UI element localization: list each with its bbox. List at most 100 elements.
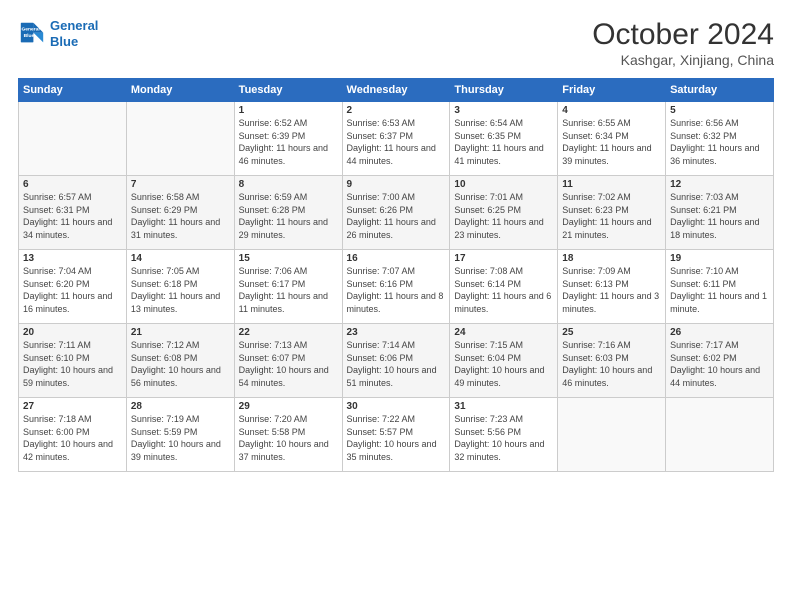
calendar-cell: 1Sunrise: 6:52 AM Sunset: 6:39 PM Daylig… (234, 102, 342, 176)
location: Kashgar, Xinjiang, China (592, 52, 774, 68)
day-detail: Sunrise: 7:23 AM Sunset: 5:56 PM Dayligh… (454, 413, 553, 463)
day-detail: Sunrise: 7:14 AM Sunset: 6:06 PM Dayligh… (347, 339, 446, 389)
day-number: 9 (347, 179, 446, 190)
calendar-cell: 25Sunrise: 7:16 AM Sunset: 6:03 PM Dayli… (558, 324, 666, 398)
logo-text: General Blue (50, 18, 98, 49)
day-number: 28 (131, 401, 230, 412)
calendar-cell (19, 102, 127, 176)
logo-general: General (50, 18, 98, 33)
day-detail: Sunrise: 7:15 AM Sunset: 6:04 PM Dayligh… (454, 339, 553, 389)
weekday-header: Friday (558, 79, 666, 102)
calendar-cell: 30Sunrise: 7:22 AM Sunset: 5:57 PM Dayli… (342, 398, 450, 472)
day-number: 19 (670, 253, 769, 264)
header: General Blue General Blue October 2024 K… (18, 18, 774, 68)
day-detail: Sunrise: 6:53 AM Sunset: 6:37 PM Dayligh… (347, 117, 446, 167)
calendar-cell: 20Sunrise: 7:11 AM Sunset: 6:10 PM Dayli… (19, 324, 127, 398)
day-number: 11 (562, 179, 661, 190)
day-detail: Sunrise: 7:09 AM Sunset: 6:13 PM Dayligh… (562, 265, 661, 315)
weekday-header: Tuesday (234, 79, 342, 102)
calendar-cell: 12Sunrise: 7:03 AM Sunset: 6:21 PM Dayli… (666, 176, 774, 250)
calendar-cell (558, 398, 666, 472)
day-detail: Sunrise: 7:19 AM Sunset: 5:59 PM Dayligh… (131, 413, 230, 463)
calendar-cell: 22Sunrise: 7:13 AM Sunset: 6:07 PM Dayli… (234, 324, 342, 398)
calendar-cell: 5Sunrise: 6:56 AM Sunset: 6:32 PM Daylig… (666, 102, 774, 176)
logo-icon: General Blue (18, 20, 46, 48)
day-number: 15 (239, 253, 338, 264)
day-detail: Sunrise: 7:01 AM Sunset: 6:25 PM Dayligh… (454, 191, 553, 241)
weekday-header: Monday (126, 79, 234, 102)
calendar-cell: 6Sunrise: 6:57 AM Sunset: 6:31 PM Daylig… (19, 176, 127, 250)
calendar-week-row: 13Sunrise: 7:04 AM Sunset: 6:20 PM Dayli… (19, 250, 774, 324)
calendar-cell: 19Sunrise: 7:10 AM Sunset: 6:11 PM Dayli… (666, 250, 774, 324)
day-detail: Sunrise: 7:12 AM Sunset: 6:08 PM Dayligh… (131, 339, 230, 389)
calendar-cell: 11Sunrise: 7:02 AM Sunset: 6:23 PM Dayli… (558, 176, 666, 250)
logo: General Blue General Blue (18, 18, 98, 49)
title-block: October 2024 Kashgar, Xinjiang, China (592, 18, 774, 68)
day-detail: Sunrise: 7:13 AM Sunset: 6:07 PM Dayligh… (239, 339, 338, 389)
day-number: 26 (670, 327, 769, 338)
day-number: 22 (239, 327, 338, 338)
calendar-cell: 3Sunrise: 6:54 AM Sunset: 6:35 PM Daylig… (450, 102, 558, 176)
day-number: 10 (454, 179, 553, 190)
calendar-week-row: 20Sunrise: 7:11 AM Sunset: 6:10 PM Dayli… (19, 324, 774, 398)
month-title: October 2024 (592, 18, 774, 52)
day-number: 5 (670, 105, 769, 116)
day-number: 8 (239, 179, 338, 190)
svg-text:Blue: Blue (24, 32, 35, 38)
svg-text:General: General (22, 26, 41, 32)
day-detail: Sunrise: 7:05 AM Sunset: 6:18 PM Dayligh… (131, 265, 230, 315)
page: General Blue General Blue October 2024 K… (0, 0, 792, 612)
day-number: 7 (131, 179, 230, 190)
calendar-cell: 27Sunrise: 7:18 AM Sunset: 6:00 PM Dayli… (19, 398, 127, 472)
day-number: 31 (454, 401, 553, 412)
calendar-week-row: 6Sunrise: 6:57 AM Sunset: 6:31 PM Daylig… (19, 176, 774, 250)
calendar-cell (126, 102, 234, 176)
day-detail: Sunrise: 7:22 AM Sunset: 5:57 PM Dayligh… (347, 413, 446, 463)
calendar-cell: 21Sunrise: 7:12 AM Sunset: 6:08 PM Dayli… (126, 324, 234, 398)
day-detail: Sunrise: 6:59 AM Sunset: 6:28 PM Dayligh… (239, 191, 338, 241)
day-number: 4 (562, 105, 661, 116)
calendar-cell: 31Sunrise: 7:23 AM Sunset: 5:56 PM Dayli… (450, 398, 558, 472)
weekday-header: Saturday (666, 79, 774, 102)
day-detail: Sunrise: 7:03 AM Sunset: 6:21 PM Dayligh… (670, 191, 769, 241)
calendar-cell: 18Sunrise: 7:09 AM Sunset: 6:13 PM Dayli… (558, 250, 666, 324)
day-detail: Sunrise: 7:20 AM Sunset: 5:58 PM Dayligh… (239, 413, 338, 463)
calendar-cell: 2Sunrise: 6:53 AM Sunset: 6:37 PM Daylig… (342, 102, 450, 176)
day-detail: Sunrise: 7:17 AM Sunset: 6:02 PM Dayligh… (670, 339, 769, 389)
weekday-header: Wednesday (342, 79, 450, 102)
day-number: 1 (239, 105, 338, 116)
day-number: 25 (562, 327, 661, 338)
day-number: 24 (454, 327, 553, 338)
calendar-cell: 16Sunrise: 7:07 AM Sunset: 6:16 PM Dayli… (342, 250, 450, 324)
day-number: 2 (347, 105, 446, 116)
calendar-cell: 14Sunrise: 7:05 AM Sunset: 6:18 PM Dayli… (126, 250, 234, 324)
calendar-cell: 17Sunrise: 7:08 AM Sunset: 6:14 PM Dayli… (450, 250, 558, 324)
day-detail: Sunrise: 7:00 AM Sunset: 6:26 PM Dayligh… (347, 191, 446, 241)
day-detail: Sunrise: 7:08 AM Sunset: 6:14 PM Dayligh… (454, 265, 553, 315)
calendar-cell: 4Sunrise: 6:55 AM Sunset: 6:34 PM Daylig… (558, 102, 666, 176)
calendar-header-row: SundayMondayTuesdayWednesdayThursdayFrid… (19, 79, 774, 102)
day-detail: Sunrise: 7:02 AM Sunset: 6:23 PM Dayligh… (562, 191, 661, 241)
day-number: 14 (131, 253, 230, 264)
day-detail: Sunrise: 6:52 AM Sunset: 6:39 PM Dayligh… (239, 117, 338, 167)
calendar-cell: 9Sunrise: 7:00 AM Sunset: 6:26 PM Daylig… (342, 176, 450, 250)
day-number: 29 (239, 401, 338, 412)
calendar-cell: 15Sunrise: 7:06 AM Sunset: 6:17 PM Dayli… (234, 250, 342, 324)
day-number: 6 (23, 179, 122, 190)
day-number: 13 (23, 253, 122, 264)
calendar-cell (666, 398, 774, 472)
day-number: 17 (454, 253, 553, 264)
calendar-cell: 28Sunrise: 7:19 AM Sunset: 5:59 PM Dayli… (126, 398, 234, 472)
day-number: 23 (347, 327, 446, 338)
calendar-cell: 8Sunrise: 6:59 AM Sunset: 6:28 PM Daylig… (234, 176, 342, 250)
day-detail: Sunrise: 7:06 AM Sunset: 6:17 PM Dayligh… (239, 265, 338, 315)
calendar-cell: 26Sunrise: 7:17 AM Sunset: 6:02 PM Dayli… (666, 324, 774, 398)
calendar-week-row: 27Sunrise: 7:18 AM Sunset: 6:00 PM Dayli… (19, 398, 774, 472)
calendar-cell: 24Sunrise: 7:15 AM Sunset: 6:04 PM Dayli… (450, 324, 558, 398)
calendar-cell: 7Sunrise: 6:58 AM Sunset: 6:29 PM Daylig… (126, 176, 234, 250)
day-detail: Sunrise: 7:07 AM Sunset: 6:16 PM Dayligh… (347, 265, 446, 315)
calendar: SundayMondayTuesdayWednesdayThursdayFrid… (18, 78, 774, 472)
day-number: 21 (131, 327, 230, 338)
day-detail: Sunrise: 6:58 AM Sunset: 6:29 PM Dayligh… (131, 191, 230, 241)
day-number: 16 (347, 253, 446, 264)
